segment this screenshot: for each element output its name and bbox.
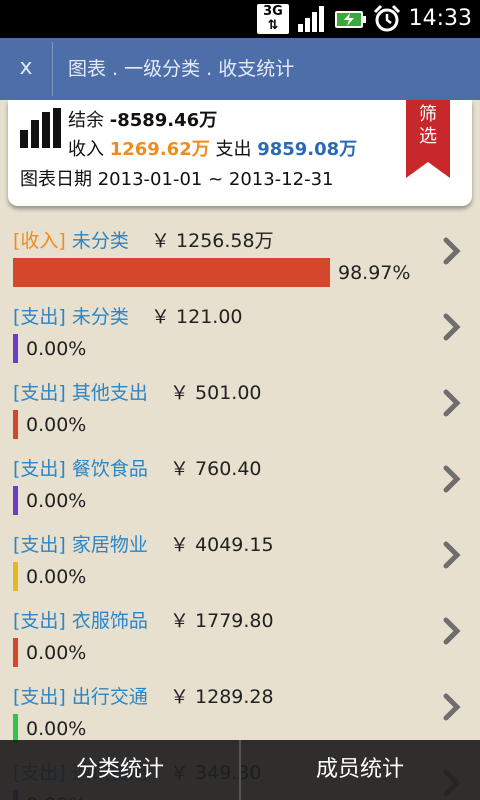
category-percent: 0.00% bbox=[26, 338, 87, 360]
category-type: [支出] bbox=[13, 686, 66, 708]
category-name: 餐饮食品 bbox=[65, 458, 148, 480]
category-amount: ￥ 1256.58万 bbox=[151, 230, 274, 252]
alarm-icon bbox=[373, 4, 401, 32]
chevron-right-icon bbox=[443, 541, 461, 569]
balance-line: 结余 -8589.46万 bbox=[68, 106, 217, 132]
date-range: 2013-01-01 ~ 2013-12-31 bbox=[97, 169, 334, 190]
chevron-right-icon bbox=[443, 313, 461, 341]
category-percent: 0.00% bbox=[26, 718, 87, 740]
category-type: [支出] bbox=[13, 610, 66, 632]
category-amount: ￥ 121.00 bbox=[151, 306, 243, 328]
category-type: [支出] bbox=[13, 306, 66, 328]
filter-label: 筛选 bbox=[406, 104, 450, 148]
category-type: [支出] bbox=[13, 382, 66, 404]
percent-bar bbox=[13, 562, 18, 591]
category-label: [支出] 餐饮食品 bbox=[13, 454, 148, 481]
income-expense-line: 收入 1269.62万 支出 9859.08万 bbox=[68, 135, 357, 161]
category-amount: ￥ 1779.80 bbox=[170, 610, 274, 632]
title-bar: x 图表 . 一级分类 . 收支统计 bbox=[0, 38, 480, 100]
category-row[interactable]: [支出] 家居物业 ￥ 4049.15 0.00% bbox=[0, 524, 480, 600]
category-label: [支出] 家居物业 bbox=[13, 530, 148, 557]
category-row[interactable]: [收入] 未分类 ￥ 1256.58万 98.97% bbox=[0, 220, 480, 296]
tab-category-stats[interactable]: 分类统计 bbox=[0, 740, 240, 800]
category-percent: 0.00% bbox=[26, 642, 87, 664]
category-amount: ￥ 1289.28 bbox=[170, 686, 274, 708]
title-divider bbox=[52, 42, 53, 96]
category-name: 出行交通 bbox=[65, 686, 148, 708]
page-title: 图表 . 一级分类 . 收支统计 bbox=[68, 58, 295, 80]
category-name: 家居物业 bbox=[65, 534, 148, 556]
category-list: [收入] 未分类 ￥ 1256.58万 98.97% [支出] 未分类 ￥ 121.00… bbox=[0, 220, 480, 800]
category-percent: 98.97% bbox=[338, 262, 411, 284]
category-amount: ￥ 501.00 bbox=[170, 382, 262, 404]
close-button[interactable]: x bbox=[0, 38, 52, 100]
filter-label-char: 筛 bbox=[419, 104, 437, 125]
chevron-right-icon bbox=[443, 617, 461, 645]
percent-bar bbox=[13, 334, 18, 363]
category-label: [支出] 出行交通 bbox=[13, 682, 148, 709]
filter-label-char: 选 bbox=[419, 126, 437, 147]
summary-card: 结余 -8589.46万 收入 1269.62万 支出 9859.08万 图表日… bbox=[8, 100, 472, 206]
category-label: [支出] 其他支出 bbox=[13, 378, 148, 405]
filter-button[interactable]: 筛选 bbox=[406, 100, 450, 178]
balance-label: 结余 bbox=[68, 110, 104, 131]
balance-value: -8589.46万 bbox=[109, 110, 218, 131]
chevron-right-icon bbox=[443, 237, 461, 265]
date-range-line: 图表日期 2013-01-01 ~ 2013-12-31 bbox=[20, 165, 333, 191]
3g-icon: 3G ⇅ bbox=[257, 4, 289, 34]
percent-bar bbox=[13, 638, 18, 667]
category-label: [支出] 衣服饰品 bbox=[13, 606, 148, 633]
bottom-tab-bar: 分类统计 成员统计 bbox=[0, 740, 480, 800]
income-label: 收入 bbox=[68, 139, 104, 160]
category-row[interactable]: [支出] 餐饮食品 ￥ 760.40 0.00% bbox=[0, 448, 480, 524]
category-type: [支出] bbox=[13, 458, 66, 480]
category-name: 衣服饰品 bbox=[65, 610, 148, 632]
percent-bar bbox=[13, 258, 330, 287]
category-name: 未分类 bbox=[65, 306, 129, 328]
expense-label: 支出 bbox=[215, 139, 252, 160]
chevron-right-icon bbox=[443, 465, 461, 493]
expense-value: 9859.08万 bbox=[257, 139, 358, 160]
chevron-right-icon bbox=[443, 693, 461, 721]
category-amount: ￥ 4049.15 bbox=[170, 534, 274, 556]
category-row[interactable]: [支出] 衣服饰品 ￥ 1779.80 0.00% bbox=[0, 600, 480, 676]
clock-time: 14:33 bbox=[408, 6, 472, 31]
percent-bar bbox=[13, 486, 18, 515]
category-row[interactable]: [支出] 其他支出 ￥ 501.00 0.00% bbox=[0, 372, 480, 448]
category-type: [收入] bbox=[13, 230, 66, 252]
battery-charging-icon bbox=[335, 11, 366, 28]
chevron-right-icon bbox=[443, 389, 461, 417]
category-amount: ￥ 760.40 bbox=[170, 458, 262, 480]
category-name: 其他支出 bbox=[65, 382, 148, 404]
tab-member-stats[interactable]: 成员统计 bbox=[240, 740, 480, 800]
category-label: [支出] 未分类 bbox=[13, 302, 129, 329]
category-name: 未分类 bbox=[65, 230, 129, 252]
category-label: [收入] 未分类 bbox=[13, 226, 129, 253]
signal-icon bbox=[298, 6, 324, 32]
category-percent: 0.00% bbox=[26, 566, 87, 588]
income-value: 1269.62万 bbox=[109, 139, 210, 160]
percent-bar bbox=[13, 714, 18, 743]
category-row[interactable]: [支出] 未分类 ￥ 121.00 0.00% bbox=[0, 296, 480, 372]
percent-bar bbox=[13, 410, 18, 439]
category-percent: 0.00% bbox=[26, 490, 87, 512]
status-bar: 3G ⇅ 14:33 bbox=[0, 0, 480, 38]
date-label: 图表日期 bbox=[20, 169, 92, 190]
category-percent: 0.00% bbox=[26, 414, 87, 436]
category-type: [支出] bbox=[13, 534, 66, 556]
bar-chart-icon bbox=[20, 108, 61, 148]
